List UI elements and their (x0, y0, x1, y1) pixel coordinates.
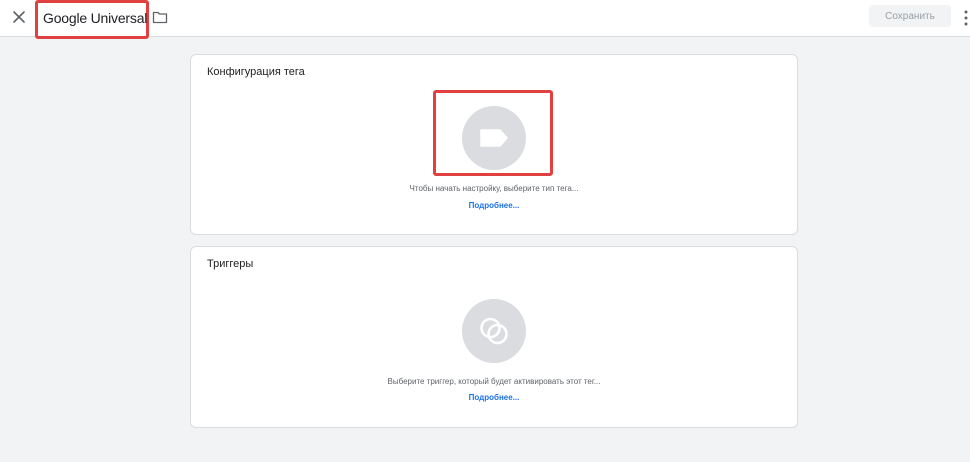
close-icon (13, 11, 25, 23)
save-button[interactable]: Сохранить (869, 5, 951, 27)
card-title: Триггеры (207, 258, 254, 270)
tag-icon (480, 129, 508, 147)
more-vert-icon (964, 10, 968, 26)
tag-name-field[interactable]: Google Universal (35, 0, 149, 39)
tag-type-selector[interactable] (462, 106, 526, 170)
card-title: Конфигурация тега (207, 66, 305, 78)
learn-more-container: Подробнее... (191, 393, 797, 402)
trigger-hint-text: Выберите триггер, который будет активиро… (387, 377, 601, 386)
trigger-icon (480, 317, 508, 345)
tag-name-text: Google Universal (43, 10, 148, 26)
folder-icon (152, 11, 168, 24)
trigger-selector[interactable] (462, 299, 526, 363)
more-options-button[interactable] (963, 9, 969, 27)
close-button[interactable] (10, 8, 28, 26)
learn-more-link[interactable]: Подробнее... (469, 201, 520, 210)
tag-hint-text: Чтобы начать настройку, выберите тип тег… (409, 184, 579, 193)
learn-more-container: Подробнее... (191, 201, 797, 210)
triggers-card[interactable]: Триггеры Выберите триггер, который будет… (190, 246, 798, 428)
top-bar: Google Universal Сохранить (0, 0, 970, 39)
folder-button[interactable] (152, 10, 168, 24)
tag-configuration-card[interactable]: Конфигурация тега Чтобы начать настройку… (190, 54, 798, 235)
learn-more-link[interactable]: Подробнее... (469, 393, 520, 402)
